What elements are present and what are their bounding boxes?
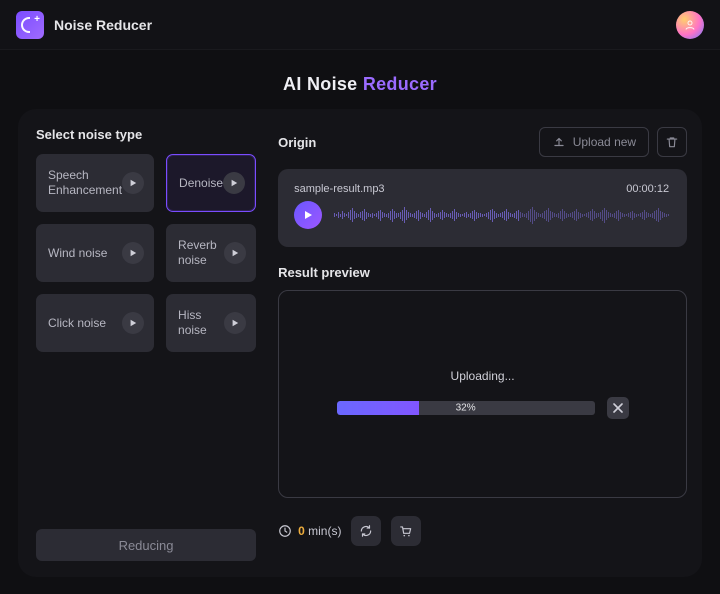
cancel-upload-button[interactable] xyxy=(607,397,629,419)
progress-row: 32% xyxy=(337,397,629,419)
upload-new-button[interactable]: Upload new xyxy=(539,127,649,157)
cart-button[interactable] xyxy=(391,516,421,546)
app-logo: + xyxy=(16,11,44,39)
credits-amount: 0 xyxy=(298,524,305,538)
main-panel: Select noise type Speech Enhancement Den… xyxy=(18,109,702,577)
right-panel: Origin Upload new sample-result.mp3 00:0… xyxy=(278,127,687,561)
noise-type-label: Hiss noise xyxy=(178,308,224,338)
waveform[interactable] xyxy=(334,201,669,229)
noise-type-label: Speech Enhancement xyxy=(48,168,122,198)
origin-actions: Upload new xyxy=(539,127,687,157)
play-icon[interactable] xyxy=(223,172,245,194)
topbar: + Noise Reducer xyxy=(0,0,720,50)
progress-bar: 32% xyxy=(337,401,595,415)
refresh-button[interactable] xyxy=(351,516,381,546)
result-preview-box: Uploading... 32% xyxy=(278,290,687,498)
result-title: Result preview xyxy=(278,265,687,280)
play-icon[interactable] xyxy=(122,172,144,194)
trash-icon xyxy=(665,135,679,149)
app-name: Noise Reducer xyxy=(54,17,152,33)
avatar[interactable] xyxy=(676,11,704,39)
noise-type-speech-enhancement[interactable]: Speech Enhancement xyxy=(36,154,154,212)
play-icon[interactable] xyxy=(122,242,144,264)
origin-header: Origin Upload new xyxy=(278,127,687,157)
noise-type-label: Reverb noise xyxy=(178,238,224,268)
upload-new-label: Upload new xyxy=(573,135,636,149)
page-title: AI Noise Reducer xyxy=(0,50,720,109)
credits-row: 0 min(s) xyxy=(278,516,687,546)
credits-unit: min(s) xyxy=(308,524,341,538)
reduce-button[interactable]: Reducing xyxy=(36,529,256,561)
origin-audio-card: sample-result.mp3 00:00:12 xyxy=(278,169,687,247)
credits-display: 0 min(s) xyxy=(278,524,341,538)
noise-type-hiss[interactable]: Hiss noise xyxy=(166,294,256,352)
noise-type-label: Click noise xyxy=(48,316,106,331)
left-panel: Select noise type Speech Enhancement Den… xyxy=(36,127,256,561)
noise-type-label: Denoise xyxy=(179,176,223,191)
play-icon[interactable] xyxy=(224,312,246,334)
noise-type-label: Wind noise xyxy=(48,246,107,261)
origin-play-button[interactable] xyxy=(294,201,322,229)
noise-type-wind[interactable]: Wind noise xyxy=(36,224,154,282)
close-icon xyxy=(613,403,623,413)
noise-type-grid: Speech Enhancement Denoise Wind noise Re… xyxy=(36,154,256,352)
origin-duration: 00:00:12 xyxy=(626,183,669,195)
upload-icon xyxy=(552,135,566,149)
upload-status-label: Uploading... xyxy=(451,369,515,383)
refresh-icon xyxy=(359,524,373,538)
user-icon xyxy=(684,19,696,31)
play-icon[interactable] xyxy=(122,312,144,334)
noise-type-title: Select noise type xyxy=(36,127,256,142)
brand: + Noise Reducer xyxy=(16,11,152,39)
cart-icon xyxy=(399,524,413,538)
progress-percent: 32% xyxy=(456,403,476,414)
origin-file-name: sample-result.mp3 xyxy=(294,183,384,195)
noise-type-reverb[interactable]: Reverb noise xyxy=(166,224,256,282)
origin-title: Origin xyxy=(278,135,316,150)
play-icon[interactable] xyxy=(224,242,246,264)
noise-type-denoise[interactable]: Denoise xyxy=(166,154,256,212)
delete-button[interactable] xyxy=(657,127,687,157)
play-icon xyxy=(303,210,313,220)
noise-type-click[interactable]: Click noise xyxy=(36,294,154,352)
progress-fill xyxy=(337,401,420,415)
clock-icon xyxy=(278,524,292,538)
